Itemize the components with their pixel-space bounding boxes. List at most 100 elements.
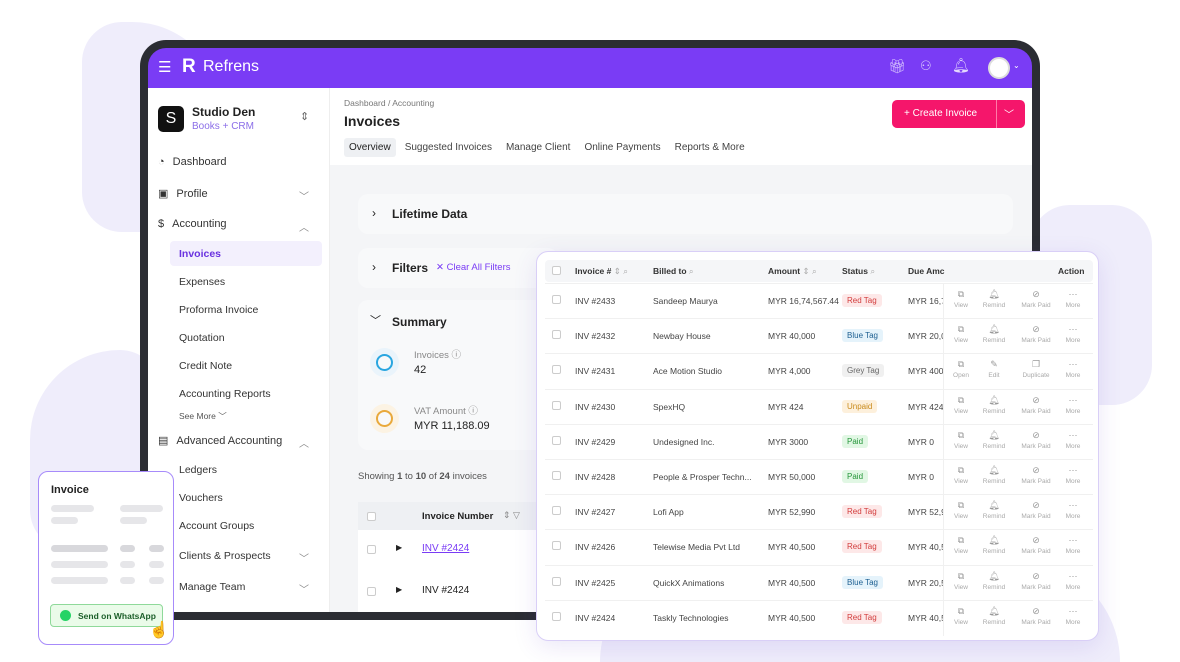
select-all-checkbox[interactable] xyxy=(367,512,376,521)
invoice-id[interactable]: INV #2429 xyxy=(575,437,615,447)
sidebar-subitem-proforma-invoice[interactable]: Proforma Invoice xyxy=(179,304,258,316)
mark-paid-button[interactable]: ⊘ Mark Paid xyxy=(1020,606,1052,628)
view-button[interactable]: ⧉ View xyxy=(945,500,977,522)
more-button[interactable]: ⋯ More xyxy=(1057,359,1089,381)
view-button[interactable]: ⧉ View xyxy=(945,430,977,452)
sidebar-item-clients[interactable]: Clients & Prospects xyxy=(179,550,271,562)
mark-paid-button[interactable]: ⊘ Mark Paid xyxy=(1020,395,1052,417)
more-button[interactable]: ⋯ More xyxy=(1057,535,1089,557)
mark-paid-button[interactable]: ⊘ Mark Paid xyxy=(1020,289,1052,311)
more-button[interactable]: ⋯ More xyxy=(1057,465,1089,487)
mark-paid-button[interactable]: ⊘ Mark Paid xyxy=(1020,535,1052,557)
row-checkbox[interactable] xyxy=(552,365,561,375)
remind-button[interactable]: 🔔︎ Remind xyxy=(978,430,1010,452)
invoice-id[interactable]: INV #2432 xyxy=(575,331,615,341)
clear-filters-link[interactable]: ✕ Clear All Filters xyxy=(436,262,510,273)
remind-button[interactable]: 🔔︎ Remind xyxy=(978,465,1010,487)
menu-icon[interactable]: ☰ xyxy=(158,58,171,76)
filters-section[interactable]: › Filters ✕ Clear All Filters xyxy=(358,248,558,288)
invoice-id[interactable]: INV #2431 xyxy=(575,366,615,376)
row-checkbox[interactable] xyxy=(552,400,561,410)
remind-button[interactable]: 🔔︎ Remind xyxy=(978,535,1010,557)
row-checkbox[interactable] xyxy=(367,545,376,554)
tab-overview[interactable]: Overview xyxy=(344,138,396,157)
chevron-down-icon[interactable]: ﹀ xyxy=(299,188,309,203)
chevron-up-icon[interactable]: ︿ xyxy=(299,219,309,234)
tab-suggested-invoices[interactable]: Suggested Invoices xyxy=(400,138,497,157)
mark-paid-button[interactable]: ⊘ Mark Paid xyxy=(1020,324,1052,346)
gift-icon[interactable]: 🎁︎ xyxy=(888,58,906,75)
bell-icon[interactable]: 🔔︎ xyxy=(952,57,970,74)
sidebar-subitem-credit-note[interactable]: Credit Note xyxy=(179,360,232,372)
invoice-id[interactable]: INV #2427 xyxy=(575,507,615,517)
more-button[interactable]: ⋯ More xyxy=(1057,500,1089,522)
sort-icon[interactable]: ⇕ ▽ xyxy=(503,510,520,521)
view-button[interactable]: ⧉ View xyxy=(945,465,977,487)
chevron-down-icon[interactable]: ﹀ xyxy=(299,581,309,596)
remind-button[interactable]: 🔔︎ Remind xyxy=(978,289,1010,311)
sidebar-subitem-quotation[interactable]: Quotation xyxy=(179,332,225,344)
sidebar-subitem-vouchers[interactable]: Vouchers xyxy=(179,492,223,504)
view-button[interactable]: ⧉ View xyxy=(945,571,977,593)
create-invoice-button[interactable]: + Create Invoice ﹀ xyxy=(892,100,1025,128)
more-button[interactable]: ⋯ More xyxy=(1057,571,1089,593)
expand-icon[interactable]: ▶ xyxy=(396,585,402,594)
more-button[interactable]: ⋯ More xyxy=(1057,289,1089,311)
org-switch-icon[interactable]: ⇕ xyxy=(300,110,309,123)
avatar[interactable] xyxy=(988,57,1010,79)
sidebar-subitem-expenses[interactable]: Expenses xyxy=(179,276,225,288)
row-checkbox[interactable] xyxy=(552,541,561,551)
open-button[interactable]: ⧉ Open xyxy=(945,359,977,381)
row-checkbox[interactable] xyxy=(552,330,561,340)
invoice-id[interactable]: INV #2433 xyxy=(575,296,615,306)
row-checkbox[interactable] xyxy=(552,611,561,621)
tab-reports-more[interactable]: Reports & More xyxy=(670,138,750,157)
chevron-down-icon[interactable]: ﹀ xyxy=(1004,106,1014,121)
mark-paid-button[interactable]: ⊘ Mark Paid xyxy=(1020,465,1052,487)
sidebar-item-dashboard[interactable]: ◔ Dashboard xyxy=(158,156,226,168)
chevron-up-icon[interactable]: ︿ xyxy=(299,435,309,450)
sidebar-subitem-ledgers[interactable]: Ledgers xyxy=(179,464,217,476)
remind-button[interactable]: 🔔︎ Remind xyxy=(978,324,1010,346)
chevron-down-icon[interactable]: ﹀ xyxy=(370,312,381,328)
see-more-link[interactable]: See More ﹀ xyxy=(179,410,227,422)
view-button[interactable]: ⧉ View xyxy=(945,324,977,346)
team-icon[interactable]: ⚇ xyxy=(920,58,932,74)
row-checkbox[interactable] xyxy=(552,506,561,516)
invoice-link[interactable]: INV #2424 xyxy=(422,585,469,596)
edit-button[interactable]: ✎ Edit xyxy=(978,359,1010,381)
invoice-id[interactable]: INV #2424 xyxy=(575,613,615,623)
sidebar-item-manage-team[interactable]: Manage Team xyxy=(179,581,245,593)
sidebar-item-advanced-accounting[interactable]: ▤ Advanced Accounting xyxy=(158,434,282,448)
sidebar-subitem-account-groups[interactable]: Account Groups xyxy=(179,520,254,532)
remind-button[interactable]: 🔔︎ Remind xyxy=(978,395,1010,417)
invoice-link[interactable]: INV #2424 xyxy=(422,543,469,554)
mark-paid-button[interactable]: ⊘ Mark Paid xyxy=(1020,430,1052,452)
tab-manage-client[interactable]: Manage Client xyxy=(501,138,575,157)
more-button[interactable]: ⋯ More xyxy=(1057,606,1089,628)
tab-online-payments[interactable]: Online Payments xyxy=(579,138,665,157)
select-all-checkbox[interactable] xyxy=(552,266,561,275)
lifetime-data-section[interactable]: › Lifetime Data xyxy=(358,194,1013,234)
chevron-down-icon[interactable]: ﹀ xyxy=(299,550,309,565)
more-button[interactable]: ⋯ More xyxy=(1057,324,1089,346)
invoice-id[interactable]: INV #2428 xyxy=(575,472,615,482)
row-checkbox[interactable] xyxy=(552,576,561,586)
row-checkbox[interactable] xyxy=(552,295,561,304)
view-button[interactable]: ⧉ View xyxy=(945,395,977,417)
duplicate-button[interactable]: ❐ Duplicate xyxy=(1020,359,1052,381)
remind-button[interactable]: 🔔︎ Remind xyxy=(978,606,1010,628)
row-checkbox[interactable] xyxy=(552,435,561,445)
sidebar-subitem-accounting-reports[interactable]: Accounting Reports xyxy=(179,388,271,400)
send-whatsapp-button[interactable]: Send on WhatsApp xyxy=(50,604,163,627)
view-button[interactable]: ⧉ View xyxy=(945,606,977,628)
row-checkbox[interactable] xyxy=(552,471,561,480)
view-button[interactable]: ⧉ View xyxy=(945,535,977,557)
sidebar-subitem-invoices[interactable]: Invoices xyxy=(179,248,221,260)
chevron-down-icon[interactable]: ⌄ xyxy=(1013,61,1020,70)
expand-icon[interactable]: ▶ xyxy=(396,543,402,552)
row-checkbox[interactable] xyxy=(367,587,376,596)
remind-button[interactable]: 🔔︎ Remind xyxy=(978,500,1010,522)
invoice-id[interactable]: INV #2430 xyxy=(575,402,615,412)
invoice-id[interactable]: INV #2425 xyxy=(575,578,615,588)
